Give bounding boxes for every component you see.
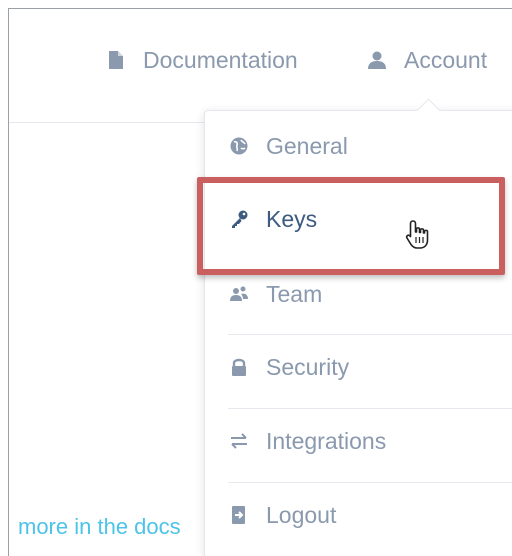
menu-item-label: Logout xyxy=(266,501,337,528)
account-menu-trigger[interactable]: Account xyxy=(366,42,487,78)
menu-item-logout[interactable]: Logout xyxy=(228,495,336,535)
menu-divider xyxy=(228,408,512,409)
documentation-label: Documentation xyxy=(143,46,298,73)
user-icon xyxy=(366,49,388,71)
highlight-box xyxy=(197,177,505,275)
menu-item-integrations[interactable]: Integrations xyxy=(228,421,386,461)
hand-pointer-cursor-icon xyxy=(404,219,432,251)
menu-divider xyxy=(228,482,512,483)
menu-item-label: Security xyxy=(266,353,350,380)
document-icon xyxy=(105,49,127,71)
menu-item-label: Team xyxy=(266,280,323,307)
app-frame: Documentation Account more in the docs G… xyxy=(0,0,512,556)
frame-border-top xyxy=(8,8,512,9)
frame-border-left xyxy=(8,8,9,556)
menu-item-team[interactable]: Team xyxy=(228,274,322,314)
menu-item-security[interactable]: Security xyxy=(228,347,349,387)
menu-divider xyxy=(228,334,512,335)
swap-arrows-icon xyxy=(228,430,250,452)
menu-item-label: Integrations xyxy=(266,427,387,454)
globe-icon xyxy=(228,135,250,157)
menu-item-general[interactable]: General xyxy=(228,126,348,166)
logout-icon xyxy=(228,504,250,526)
team-icon xyxy=(228,283,250,305)
docs-link[interactable]: more in the docs xyxy=(18,514,181,540)
account-label: Account xyxy=(404,46,488,73)
documentation-link[interactable]: Documentation xyxy=(105,42,298,78)
menu-item-label: General xyxy=(266,132,348,159)
lock-icon xyxy=(228,356,250,378)
